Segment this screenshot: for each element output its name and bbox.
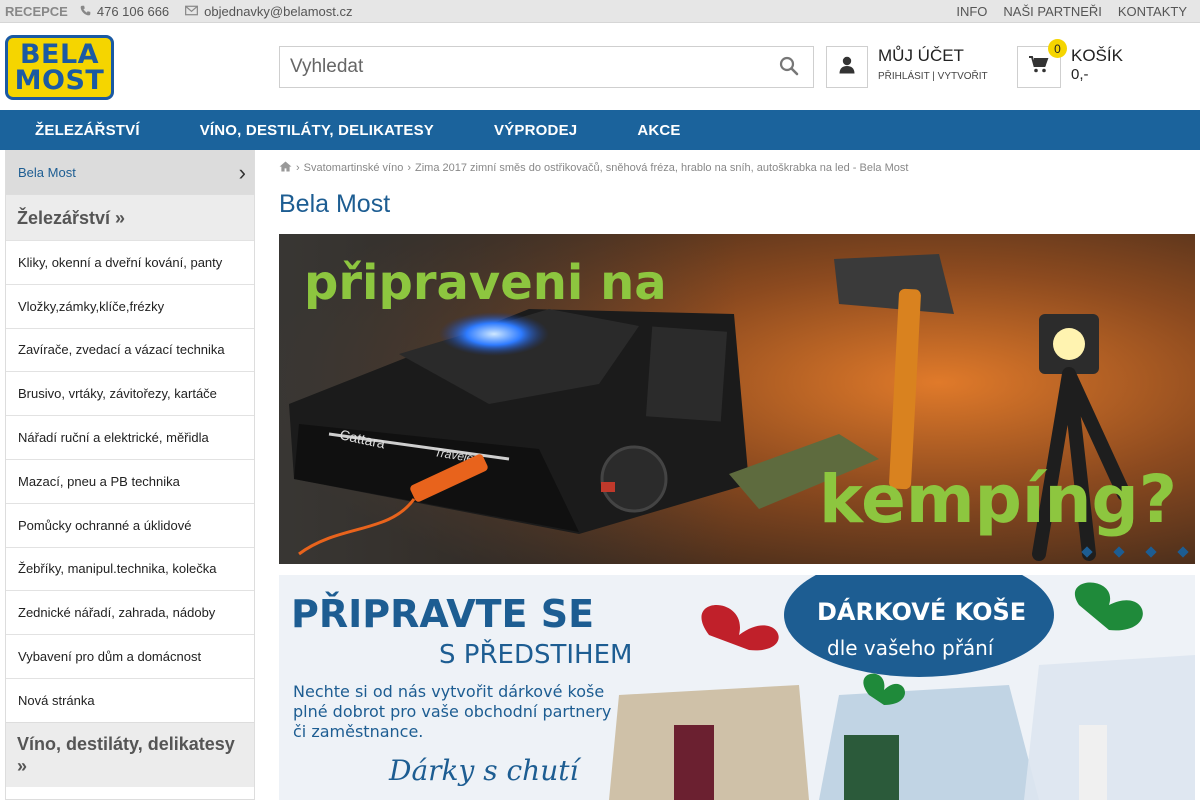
sidebar-home-label: Bela Most [18,164,76,180]
cart-title[interactable]: KOŠÍK [1071,46,1123,66]
site-logo[interactable]: BELA MOST [5,35,114,100]
sidebar-item[interactable]: Brusivo, vrtáky, závitořezy, kartáče [6,371,254,415]
cart-count-badge: 0 [1048,39,1067,58]
breadcrumb-separator: › [296,162,300,174]
main-navigation: ŽELEZÁŘSTVÍ VÍNO, DESTILÁTY, DELIKATESY … [0,110,1200,150]
cart-total: 0,- [1071,66,1089,83]
breadcrumb: › Svatomartinské víno › Zima 2017 zimní … [279,161,908,175]
sidebar-category-zelezarstvi[interactable]: Železářství » [6,194,254,240]
slider-pagination [1059,546,1189,558]
chevron-right-icon: › [238,160,246,185]
nav-vyprodej[interactable]: VÝPRODEJ [494,122,577,139]
sidebar-item[interactable]: Vybavení pro dům a domácnost [6,634,254,678]
nav-vino[interactable]: VÍNO, DESTILÁTY, DELIKATESY [200,122,434,139]
link-partners[interactable]: NAŠI PARTNEŘI [1003,4,1101,19]
top-bar: RECEPCE 476 106 666 objednavky@belamost.… [0,0,1200,23]
banner-camping-line1: připraveni na [304,255,667,311]
page-title: Bela Most [279,190,391,218]
logo-line-2: MOST [14,64,105,96]
banner-camping[interactable]: Cattara Traveler připraveni na kempíng? [279,234,1195,564]
nav-akce[interactable]: AKCE [637,122,680,139]
sidebar-home[interactable]: Bela Most › [6,150,254,194]
banner-gift-oval-title: DÁRKOVÉ KOŠE [817,596,1026,626]
sidebar-item[interactable]: Zavírače, zvedací a vázací technika [6,327,254,372]
phone-number: 476 106 666 [96,4,170,19]
phone-icon [80,5,91,19]
banner-gift-text-3: či zaměstnance. [293,722,423,741]
link-contacts[interactable]: KONTAKTY [1118,4,1187,19]
banner-gift-oval-sub: dle vašeho přání [827,636,995,660]
sidebar-item[interactable]: Zednické nářadí, zahrada, nádoby [6,590,254,634]
banner-gift-baskets[interactable]: PŘIPRAVTE SE S PŘEDSTIHEM Nechte si od n… [279,575,1195,800]
user-icon [839,56,855,79]
breadcrumb-item[interactable]: Svatomartinské víno [304,162,404,174]
banner-gift-art: PŘIPRAVTE SE S PŘEDSTIHEM Nechte si od n… [279,575,1195,800]
search-input[interactable] [280,47,760,87]
banner-gift-text-1: Nechte si od nás vytvořit dárkové koše [293,682,604,701]
logo-line-1: BELA [19,38,100,70]
sidebar-item[interactable]: Pomůcky ochranné a úklidové [6,502,254,547]
account-title[interactable]: MŮJ ÚČET [878,46,964,66]
sidebar-item[interactable]: Mazací, pneu a PB technika [6,458,254,503]
cart-icon [1029,56,1049,78]
search-icon[interactable] [779,56,801,78]
sidebar: Bela Most › Železářství » Kliky, okenní … [5,150,255,800]
banner-gift-headline: PŘIPRAVTE SE [291,592,594,636]
slider-dot[interactable] [1145,546,1157,558]
banner-gift-text-2: plné dobrot pro vaše obchodní partnery [293,702,611,721]
phone-contact[interactable]: 476 106 666 [80,4,169,19]
sidebar-item[interactable]: Nářadí ruční a elektrické, měřidla [6,415,254,459]
breadcrumb-separator: › [407,162,411,174]
banner-gift-subheadline: S PŘEDSTIHEM [439,638,632,670]
email-address: objednavky@belamost.cz [204,4,353,19]
link-info[interactable]: INFO [956,4,987,19]
search-box [279,46,814,88]
banner-camping-line2: kempíng? [819,461,1177,538]
sidebar-item[interactable]: Vložky,zámky,klíče,frézky [6,283,254,328]
sidebar-item[interactable]: Nová stránka [6,677,254,722]
home-icon[interactable] [279,161,292,175]
sidebar-item[interactable]: Kliky, okenní a dveřní kování, panty [6,240,254,284]
account-button[interactable] [826,46,868,88]
envelope-icon [185,5,199,19]
sidebar-category-vino[interactable]: Víno, destiláty, delikatesy » [6,721,254,787]
banner-camping-art: Cattara Traveler připraveni na kempíng? [279,234,1195,564]
breadcrumb-item: Zima 2017 zimní směs do ostřikovačů, sně… [415,162,909,174]
recepce-label: RECEPCE [5,4,68,19]
sidebar-item[interactable]: Žebříky, manipul.technika, kolečka [6,546,254,591]
banner-gift-script: Dárky s chutí [388,754,581,787]
slider-dot[interactable] [1177,546,1189,558]
slider-dot[interactable] [1081,546,1093,558]
account-login-register[interactable]: PŘIHLÁSIT | VYTVOŘIT [878,71,988,82]
slider-dot[interactable] [1113,546,1125,558]
nav-zelezarstvi[interactable]: ŽELEZÁŘSTVÍ [35,122,140,139]
email-contact[interactable]: objednavky@belamost.cz [185,4,352,19]
